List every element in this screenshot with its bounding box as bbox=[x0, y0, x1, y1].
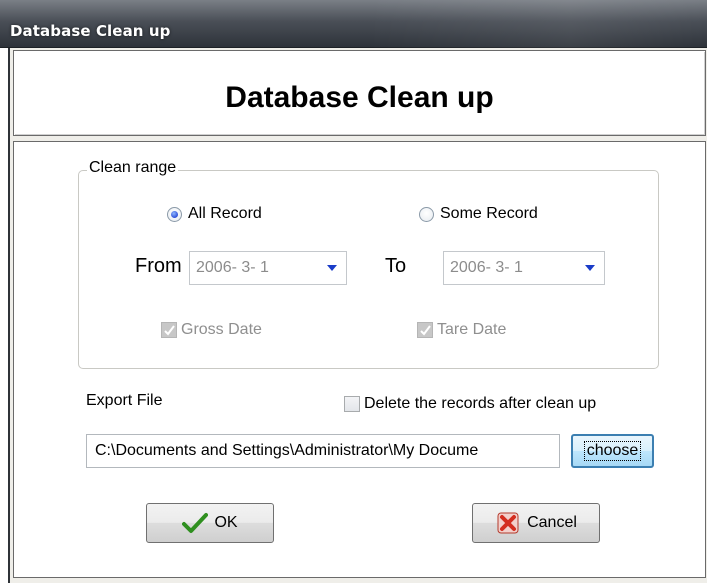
from-date-value: 2006- 3- 1 bbox=[196, 259, 269, 276]
all-record-radio[interactable]: All Record bbox=[167, 205, 262, 223]
tare-date-checkbox[interactable]: Tare Date bbox=[417, 321, 506, 339]
body-panel: Clean range All Record Some Record From … bbox=[13, 141, 706, 578]
checkbox-checked-icon bbox=[417, 322, 433, 338]
choose-button[interactable]: choose bbox=[571, 434, 654, 468]
ok-button-label: OK bbox=[214, 514, 238, 531]
from-label: From bbox=[135, 255, 182, 277]
cancel-button[interactable]: Cancel bbox=[472, 503, 600, 543]
delete-records-checkbox[interactable]: Delete the records after clean up bbox=[344, 395, 596, 413]
window-title: Database Clean up bbox=[10, 22, 171, 40]
to-date-value: 2006- 3- 1 bbox=[450, 259, 523, 276]
ok-button[interactable]: OK bbox=[146, 503, 274, 543]
cancel-button-label: Cancel bbox=[527, 514, 577, 531]
page-title: Database Clean up bbox=[225, 81, 494, 114]
chevron-down-icon[interactable] bbox=[318, 252, 346, 284]
export-file-label: Export File bbox=[86, 392, 163, 409]
checkbox-unchecked-icon bbox=[344, 396, 360, 412]
radio-selected-icon bbox=[167, 206, 182, 222]
chevron-down-icon[interactable] bbox=[576, 252, 604, 284]
clean-range-group: Clean range All Record Some Record From … bbox=[78, 159, 659, 369]
gross-date-checkbox[interactable]: Gross Date bbox=[161, 321, 262, 339]
from-date-combo[interactable]: 2006- 3- 1 bbox=[189, 251, 347, 285]
dialog-client-area: Database Clean up Clean range All Record… bbox=[8, 48, 707, 583]
gross-date-label: Gross Date bbox=[181, 321, 262, 338]
all-record-label: All Record bbox=[188, 205, 262, 222]
to-date-combo[interactable]: 2006- 3- 1 bbox=[443, 251, 605, 285]
tare-date-label: Tare Date bbox=[437, 321, 507, 338]
window-title-bar[interactable]: Database Clean up bbox=[0, 0, 707, 48]
some-record-label: Some Record bbox=[440, 205, 538, 222]
choose-button-label: choose bbox=[583, 441, 642, 461]
clean-range-legend: Clean range bbox=[87, 159, 179, 177]
some-record-radio[interactable]: Some Record bbox=[419, 205, 538, 223]
radio-unselected-icon bbox=[419, 206, 434, 222]
export-path-input[interactable]: C:\Documents and Settings\Administrator\… bbox=[86, 434, 560, 468]
red-x-icon bbox=[497, 512, 519, 534]
to-label: To bbox=[385, 255, 407, 277]
delete-records-label: Delete the records after clean up bbox=[364, 395, 597, 412]
checkbox-checked-icon bbox=[161, 322, 177, 338]
checkmark-icon bbox=[182, 513, 209, 533]
header-panel: Database Clean up bbox=[13, 50, 706, 136]
title-bar-glow bbox=[367, 0, 707, 48]
